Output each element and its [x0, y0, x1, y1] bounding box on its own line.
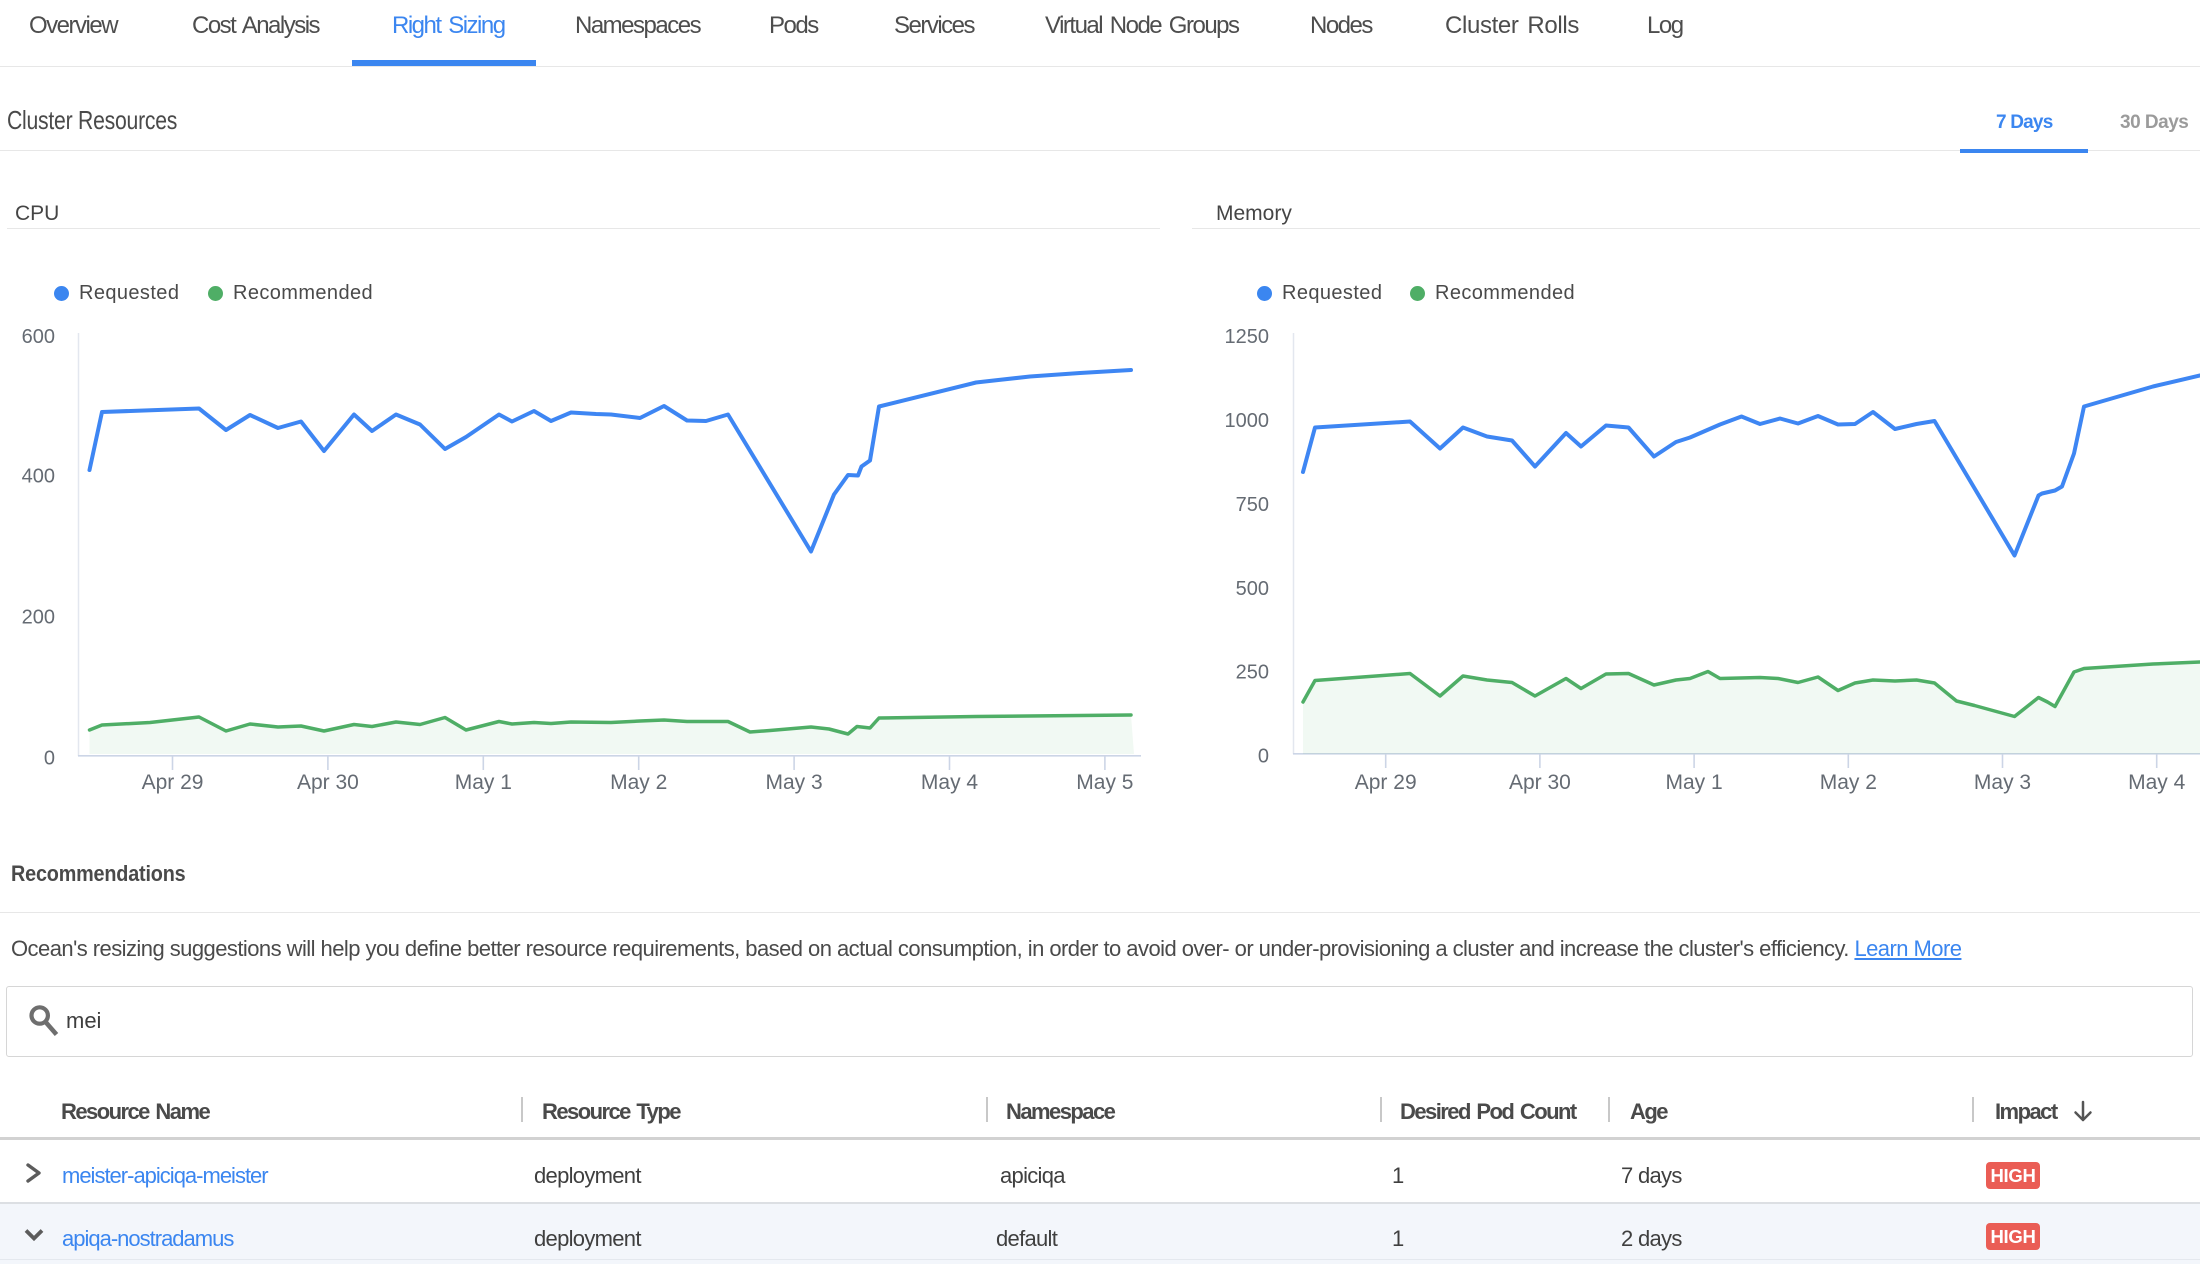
svg-text:200: 200 [22, 607, 55, 629]
svg-text:May 3: May 3 [766, 771, 823, 794]
svg-text:600: 600 [22, 326, 55, 348]
svg-text:May 1: May 1 [455, 771, 512, 794]
svg-text:Apr 29: Apr 29 [142, 771, 204, 794]
svg-text:May 5: May 5 [1076, 771, 1133, 794]
svg-text:Apr 30: Apr 30 [297, 771, 359, 794]
svg-text:400: 400 [22, 466, 55, 488]
svg-text:500: 500 [1236, 578, 1269, 600]
svg-text:May 2: May 2 [1820, 771, 1877, 794]
svg-text:Apr 29: Apr 29 [1355, 771, 1417, 794]
svg-text:May 1: May 1 [1666, 771, 1723, 794]
svg-text:1250: 1250 [1225, 326, 1270, 348]
svg-text:0: 0 [1258, 746, 1269, 768]
svg-text:May 4: May 4 [921, 771, 979, 794]
svg-text:250: 250 [1236, 662, 1269, 684]
svg-text:Apr 30: Apr 30 [1509, 771, 1571, 794]
svg-text:May 4: May 4 [2128, 771, 2186, 794]
svg-text:0: 0 [44, 748, 55, 770]
svg-text:May 3: May 3 [1974, 771, 2031, 794]
svg-text:750: 750 [1236, 494, 1269, 516]
svg-text:May 2: May 2 [610, 771, 667, 794]
svg-text:1000: 1000 [1225, 410, 1270, 432]
